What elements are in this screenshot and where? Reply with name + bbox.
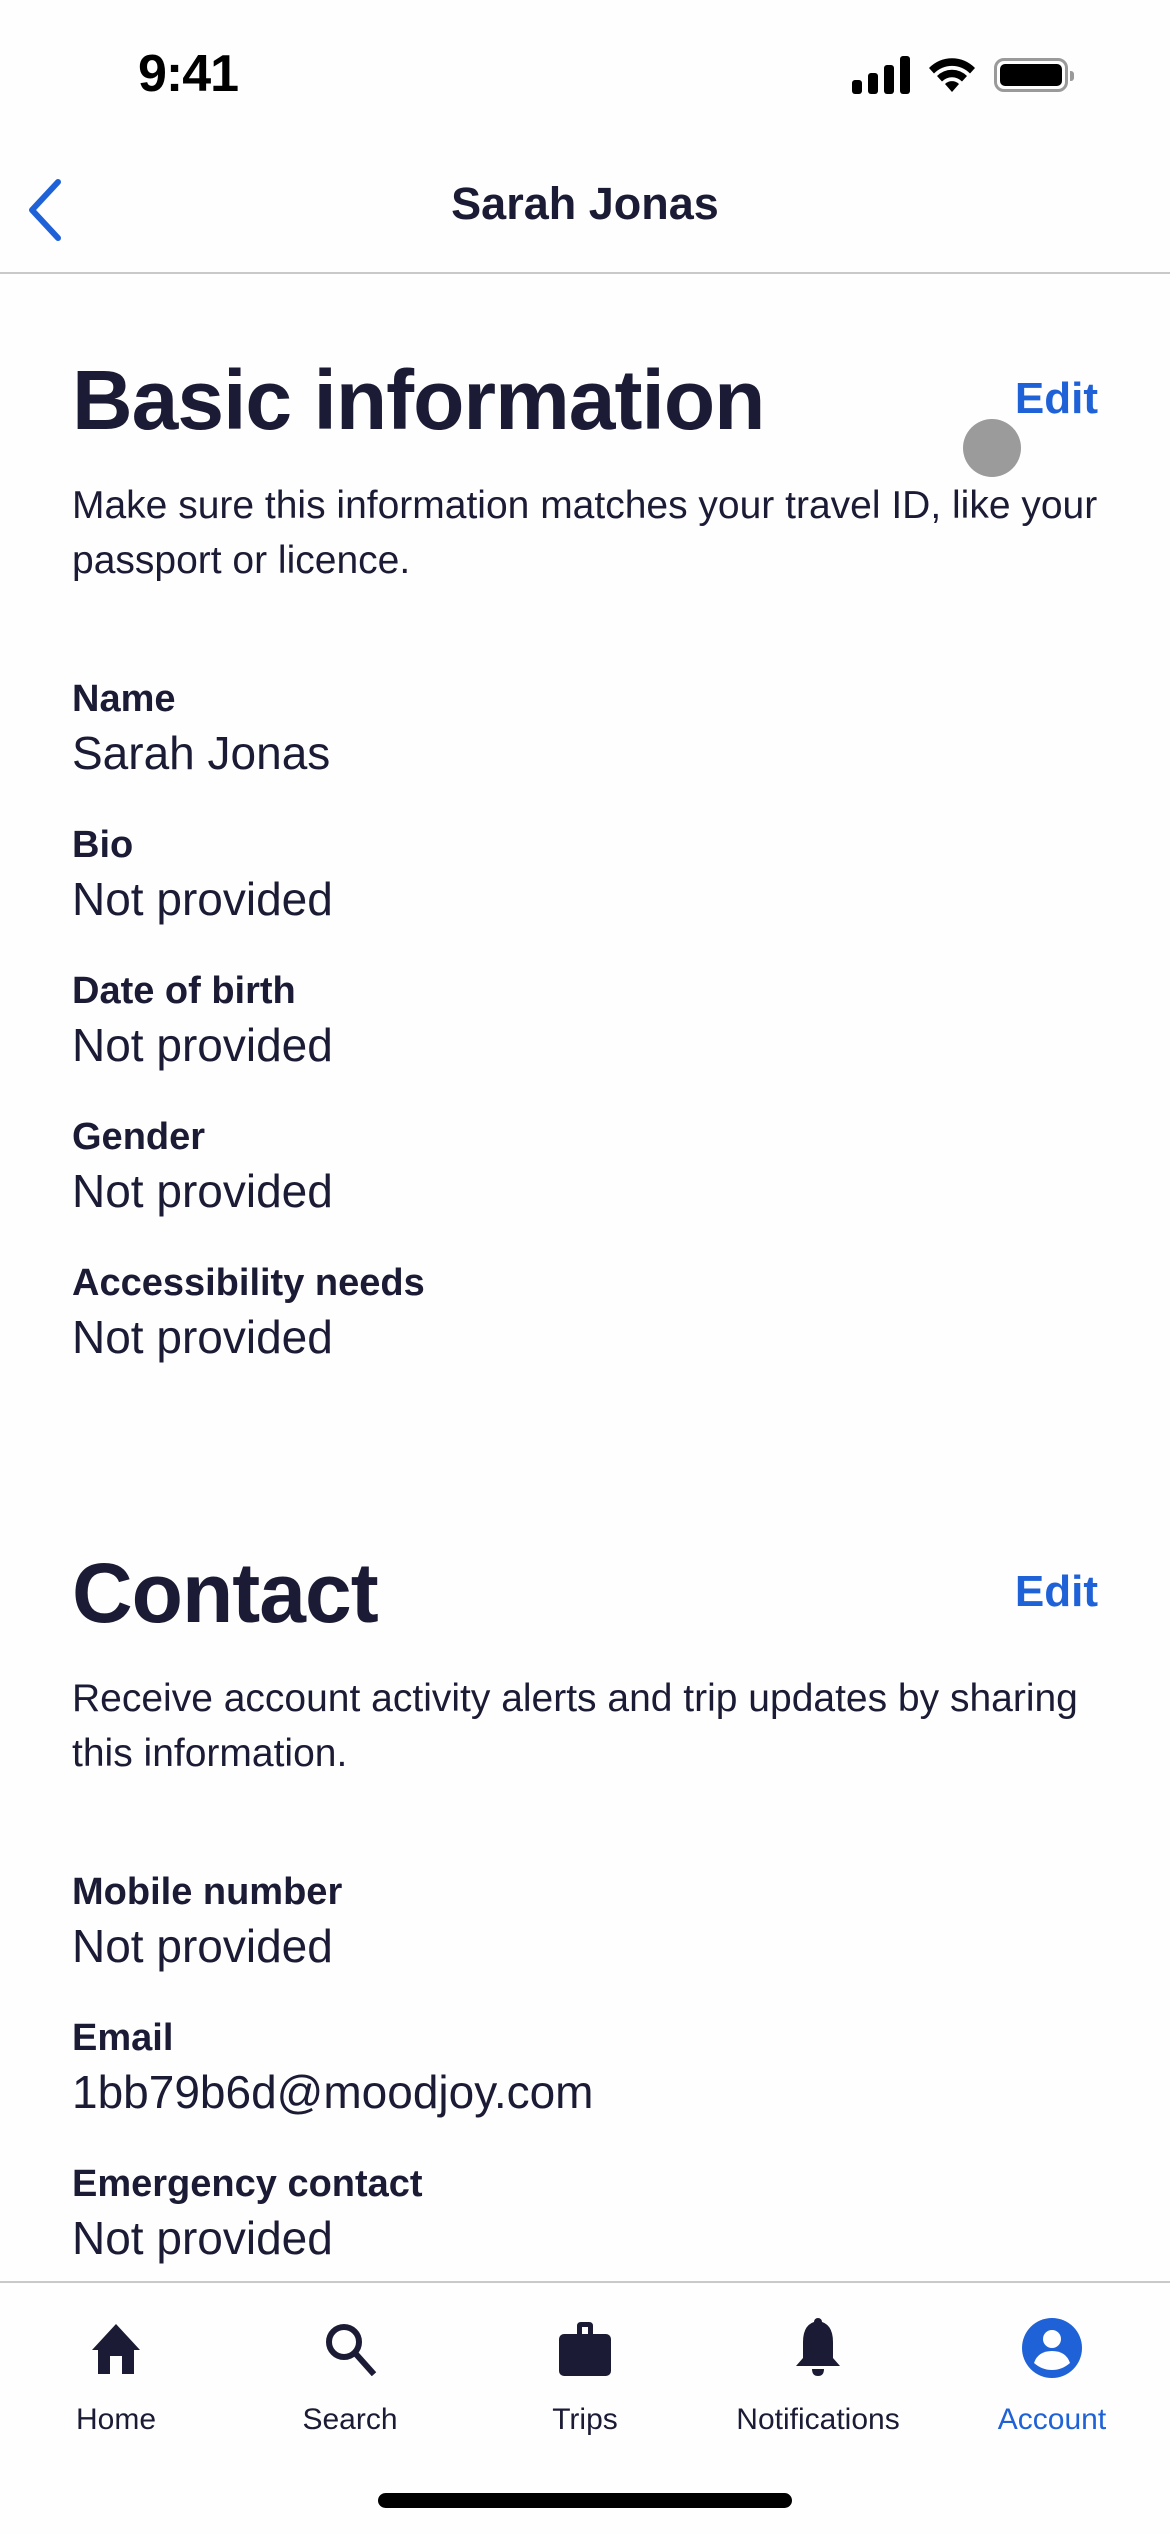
field-label: Emergency contact (72, 2163, 423, 2205)
field-value: Not provided (72, 1165, 333, 1217)
field-label: Accessibility needs (72, 1262, 425, 1304)
edit-contact-button[interactable]: Edit (1015, 1567, 1098, 1617)
field-label: Name (72, 678, 176, 720)
tab-label: Search (302, 2403, 398, 2436)
field-email: Email 1bb79b6d@moodjoy.com (72, 2013, 1098, 2121)
section-description: Receive account activity alerts and trip… (72, 1677, 1078, 1775)
status-bar: 9:41 (0, 0, 1170, 150)
navigation-bar: Sarah Jonas (0, 150, 1170, 274)
tab-search[interactable]: Search (250, 2303, 450, 2437)
field-mobile-number: Mobile number Not provided (72, 1867, 1098, 1975)
field-label: Gender (72, 1116, 206, 1158)
tab-label: Trips (552, 2403, 618, 2436)
basic-information-section: Basic information Edit Make sure this in… (72, 352, 1098, 1366)
field-label: Mobile number (72, 1871, 343, 1913)
field-label: Email (72, 2017, 174, 2059)
section-header: Contact Edit (72, 1545, 1098, 1665)
field-name: Name Sarah Jonas (72, 674, 1098, 782)
field-value: Sarah Jonas (72, 727, 331, 779)
field-bio: Bio Not provided (72, 820, 1098, 928)
section-header: Basic information Edit (72, 352, 1098, 472)
field-value: Not provided (72, 1019, 333, 1071)
tab-label: Home (75, 2403, 157, 2436)
status-time: 9:41 (138, 45, 239, 103)
battery-icon (994, 58, 1074, 92)
home-icon (92, 2324, 140, 2374)
section-title: Basic information (72, 353, 765, 447)
field-emergency-contact: Emergency contact Not provided (72, 2159, 1098, 2267)
section-description: Make sure this information matches your … (72, 484, 1098, 582)
tab-label: Notifications (736, 2403, 900, 2436)
search-icon (326, 2324, 377, 2376)
field-value: 1bb79b6d@moodjoy.com (72, 2066, 594, 2118)
field-value: Not provided (72, 2212, 333, 2264)
tab-label: Account (997, 2403, 1107, 2436)
field-accessibility-needs: Accessibility needs Not provided (72, 1258, 1098, 1366)
field-value: Not provided (72, 873, 333, 925)
edit-basic-info-button[interactable]: Edit (1015, 374, 1098, 424)
home-indicator[interactable] (378, 2493, 792, 2508)
field-value: Not provided (72, 1311, 333, 1363)
field-label: Bio (72, 824, 134, 866)
contact-section: Contact Edit Receive account activity al… (72, 1545, 1098, 2267)
cellular-signal-icon (852, 56, 910, 94)
bell-icon (796, 2318, 840, 2376)
tab-account[interactable]: Account (952, 2303, 1152, 2437)
field-label: Date of birth (72, 970, 296, 1012)
page-title: Sarah Jonas (451, 178, 719, 229)
briefcase-icon (559, 2322, 611, 2376)
wifi-icon (929, 58, 975, 92)
tab-trips[interactable]: Trips (485, 2303, 685, 2437)
account-icon (1022, 2318, 1082, 2378)
field-gender: Gender Not provided (72, 1112, 1098, 1220)
tab-home[interactable]: Home (16, 2303, 216, 2437)
field-value: Not provided (72, 1920, 333, 1972)
status-icons (852, 56, 1074, 94)
tab-notifications[interactable]: Notifications (718, 2303, 918, 2437)
field-date-of-birth: Date of birth Not provided (72, 966, 1098, 1074)
section-title: Contact (72, 1546, 379, 1640)
